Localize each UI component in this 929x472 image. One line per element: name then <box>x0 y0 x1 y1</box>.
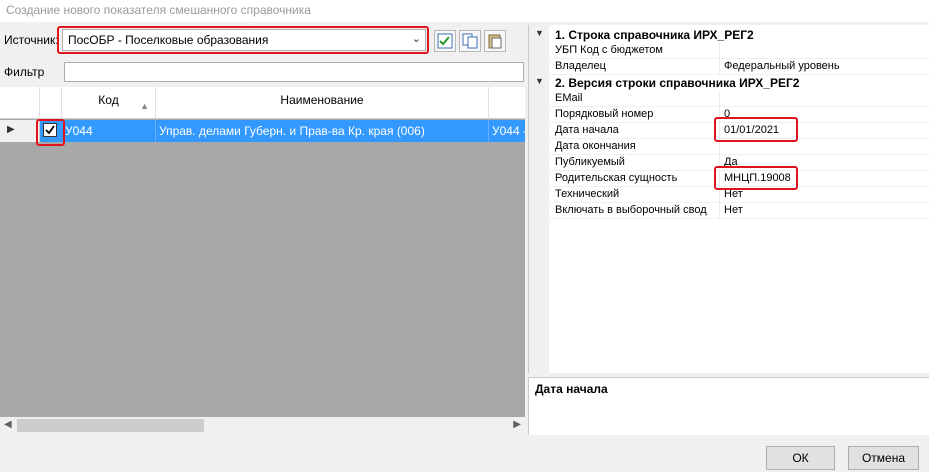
sort-ascending-icon: ▲ <box>140 101 149 111</box>
header-check <box>40 87 62 119</box>
property-row[interactable]: EMail <box>529 91 929 107</box>
property-grid[interactable]: ▼ 1. Строка справочника ИРХ_РЕГ2 УБП Код… <box>528 25 929 373</box>
grid-horizontal-scrollbar[interactable]: ◀ ▶ <box>0 417 525 434</box>
property-row[interactable]: Дата окончания <box>529 139 929 155</box>
property-row[interactable]: Публикуемый Да <box>529 155 929 171</box>
collapse-icon[interactable]: ▼ <box>535 28 544 38</box>
property-row[interactable]: Порядковый номер 0 <box>529 107 929 123</box>
property-row[interactable]: Дата начала 01/01/2021 <box>529 123 929 139</box>
row-selector[interactable]: ▶ <box>0 120 40 142</box>
property-row[interactable]: Родительская сущность МНЦП.19008 <box>529 171 929 187</box>
filter-input[interactable] <box>64 62 524 82</box>
check-list-icon <box>437 33 453 49</box>
copy-button[interactable] <box>459 30 481 52</box>
source-value: ПосОБР - Поселковые образования <box>68 33 269 47</box>
property-row[interactable]: Включать в выборочный свод Нет <box>529 203 929 219</box>
paste-icon <box>488 34 502 49</box>
collapse-icon[interactable]: ▼ <box>535 76 544 86</box>
paste-button[interactable] <box>484 30 506 52</box>
property-category-row[interactable]: ▼ 2. Версия строки справочника ИРХ_РЕГ2 <box>529 75 929 91</box>
column-header-name[interactable]: Наименование <box>156 87 489 119</box>
copy-icon <box>462 33 478 49</box>
row-code[interactable]: У044 <box>62 120 156 142</box>
row-name[interactable]: Управ. делами Губерн. и Прав-ва Кр. края… <box>156 120 489 142</box>
property-row[interactable]: Владелец Федеральный уровень <box>529 59 929 75</box>
source-combobox[interactable]: ПосОБР - Поселковые образования ⌄ <box>62 29 426 51</box>
table-row[interactable]: ▶ У044 Управ. делами Губерн. и Прав-ва К… <box>0 120 525 142</box>
column-header-code[interactable]: Код ▲ <box>62 87 156 119</box>
row-extra[interactable]: У044 - <box>489 120 525 142</box>
chevron-down-icon[interactable]: ⌄ <box>412 32 421 45</box>
scroll-right-icon[interactable]: ▶ <box>513 419 521 430</box>
ok-button[interactable]: ОК <box>766 446 835 470</box>
window-title: Создание нового показателя смешанного сп… <box>0 0 929 22</box>
checkmark-icon <box>45 125 55 135</box>
header-corner <box>0 87 40 119</box>
grid-header: Код ▲ Наименование <box>0 87 525 119</box>
row-pointer-icon: ▶ <box>7 124 15 135</box>
source-label: Источник: <box>4 33 59 47</box>
row-checkbox[interactable] <box>43 123 57 137</box>
check-list-button[interactable] <box>434 30 456 52</box>
scrollbar-thumb[interactable] <box>17 419 204 432</box>
property-description-panel: Дата начала <box>528 377 929 435</box>
property-row[interactable]: УБП Код с бюджетом <box>529 43 929 59</box>
entity-grid[interactable]: Код ▲ Наименование ▶ У044 Управ. делами … <box>0 87 525 417</box>
property-row[interactable]: Технический Нет <box>529 187 929 203</box>
filter-label: Фильтр <box>4 65 45 79</box>
column-header-extra[interactable] <box>489 87 525 119</box>
property-category-row[interactable]: ▼ 1. Строка справочника ИРХ_РЕГ2 <box>529 27 929 43</box>
description-title: Дата начала <box>535 382 608 396</box>
cancel-button[interactable]: Отмена <box>848 446 919 470</box>
scroll-left-icon[interactable]: ◀ <box>4 419 12 430</box>
